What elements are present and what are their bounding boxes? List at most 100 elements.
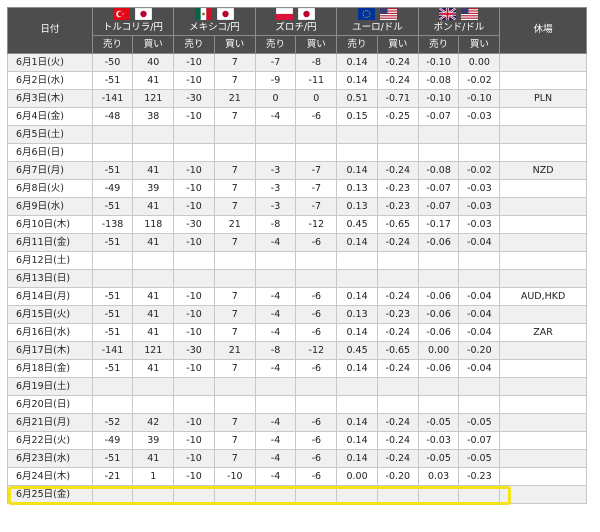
- date-cell: 6月16日(水): [7, 323, 93, 342]
- buy-value-cell: [458, 377, 501, 396]
- buy-value-cell: -0.04: [458, 323, 501, 342]
- buy-value-cell: -0.05: [458, 413, 501, 432]
- buy-value-cell: 21: [213, 89, 256, 108]
- pair-header-pln-jpy: ズロチ/円: [254, 7, 338, 36]
- sell-value-cell: -0.08: [417, 71, 460, 90]
- buy-value-cell: -7: [295, 161, 338, 180]
- pair-header-mxn-jpy: メキシコ/円: [173, 7, 256, 36]
- table-row: 6月1日(火) -50 40 -10 7 -7 -8 0.14 -0.24 -0.10 0.00: [7, 53, 587, 72]
- table-body: 6月1日(火) -50 40 -10 7 -7 -8 0.14 -0.24 -0.10 0.00 6月…: [7, 53, 587, 504]
- buy-value-cell: 7: [213, 53, 256, 72]
- sell-value-cell: -21: [91, 467, 134, 486]
- sell-value-cell: 0.51: [336, 89, 378, 108]
- sell-value-cell: -4: [254, 305, 297, 324]
- japan-flag-icon: [216, 8, 234, 20]
- sell-value-cell: -4: [254, 431, 297, 450]
- sell-value-cell: -4: [254, 287, 297, 306]
- buy-value-cell: 38: [132, 107, 175, 126]
- buy-value-cell: -0.24: [376, 413, 419, 432]
- holiday-cell: [499, 413, 587, 432]
- buy-value-cell: -7: [295, 197, 338, 216]
- sell-value-cell: -10: [173, 323, 215, 342]
- table-row: 6月7日(月) -51 41 -10 7 -3 -7 0.14 -0.24 -0.08 -0.02 N…: [7, 161, 587, 180]
- buy-value-cell: -6: [295, 449, 338, 468]
- buy-header: 買い: [295, 35, 338, 54]
- holiday-cell: [499, 179, 587, 198]
- sell-value-cell: [173, 269, 215, 288]
- uk-flag-icon: [439, 8, 457, 20]
- buy-value-cell: 40: [132, 53, 175, 72]
- sell-value-cell: [254, 377, 297, 396]
- holiday-cell: [499, 107, 587, 126]
- holiday-cell: [499, 215, 587, 234]
- buy-value-cell: -0.65: [376, 215, 419, 234]
- buy-value-cell: -6: [295, 467, 338, 486]
- sell-value-cell: 0.14: [336, 431, 378, 450]
- sell-value-cell: -0.06: [417, 359, 460, 378]
- buy-value-cell: -0.24: [376, 431, 419, 450]
- date-cell: 6月3日(木): [7, 89, 93, 108]
- buy-value-cell: [295, 485, 338, 504]
- date-cell: 6月20日(日): [7, 395, 93, 414]
- sell-value-cell: -10: [173, 107, 215, 126]
- sell-value-cell: 0.45: [336, 341, 378, 360]
- buy-value-cell: -8: [295, 53, 338, 72]
- buy-value-cell: -0.07: [458, 431, 501, 450]
- buy-value-cell: 41: [132, 233, 175, 252]
- table-row: 6月24日(木) -21 1 -10 -10 -4 -6 0.00 -0.20 0.03 -0.23: [7, 467, 587, 486]
- table-row: 6月19日(土): [7, 377, 587, 396]
- sell-value-cell: -4: [254, 359, 297, 378]
- poland-flag-icon: [276, 8, 294, 20]
- sell-value-cell: -30: [173, 215, 215, 234]
- buy-value-cell: 7: [213, 359, 256, 378]
- buy-value-cell: 7: [213, 413, 256, 432]
- sell-value-cell: -51: [91, 287, 134, 306]
- sell-value-cell: [91, 377, 134, 396]
- swap-points-table: 日付 トルコリラ/円 メキシコ/円 ズロチ/円 ユーロ/ドル ポンド/ドル 休場…: [7, 7, 587, 504]
- sell-value-cell: -0.08: [417, 161, 460, 180]
- sell-value-cell: -10: [173, 467, 215, 486]
- table-row: 6月15日(火) -51 41 -10 7 -4 -6 0.13 -0.23 -0.06 -0.04: [7, 305, 587, 324]
- sell-value-cell: 0: [254, 89, 297, 108]
- sell-value-cell: -51: [91, 449, 134, 468]
- buy-value-cell: 41: [132, 197, 175, 216]
- holiday-cell: PLN: [499, 89, 587, 108]
- sell-value-cell: -10: [173, 53, 215, 72]
- date-cell: 6月5日(土): [7, 125, 93, 144]
- buy-value-cell: -0.71: [376, 89, 419, 108]
- sell-header: 売り: [336, 35, 378, 54]
- pair-label: ユーロ/ドル: [352, 22, 403, 33]
- sell-value-cell: -50: [91, 53, 134, 72]
- sell-value-cell: -30: [173, 89, 215, 108]
- date-cell: 6月12日(土): [7, 251, 93, 270]
- buy-value-cell: -6: [295, 359, 338, 378]
- buy-value-cell: [132, 485, 175, 504]
- sell-value-cell: 0.14: [336, 161, 378, 180]
- sell-value-cell: 0.14: [336, 233, 378, 252]
- sell-value-cell: -0.07: [417, 197, 460, 216]
- buy-header: 買い: [458, 35, 501, 54]
- buy-value-cell: -0.03: [458, 179, 501, 198]
- sell-value-cell: -0.03: [417, 431, 460, 450]
- japan-flag-icon: [298, 8, 316, 20]
- sell-value-cell: -51: [91, 161, 134, 180]
- buy-value-cell: 118: [132, 215, 175, 234]
- buy-value-cell: -6: [295, 413, 338, 432]
- sell-value-cell: -51: [91, 233, 134, 252]
- sell-value-cell: 0.14: [336, 449, 378, 468]
- buy-value-cell: [132, 395, 175, 414]
- buy-value-cell: [295, 377, 338, 396]
- buy-value-cell: 39: [132, 179, 175, 198]
- holiday-cell: [499, 449, 587, 468]
- sell-value-cell: -10: [173, 197, 215, 216]
- sell-value-cell: [91, 485, 134, 504]
- sell-value-cell: [254, 143, 297, 162]
- sell-value-cell: -0.07: [417, 107, 460, 126]
- sell-value-cell: 0.13: [336, 305, 378, 324]
- buy-value-cell: -6: [295, 323, 338, 342]
- holiday-cell: [499, 143, 587, 162]
- buy-value-cell: -0.02: [458, 71, 501, 90]
- sell-value-cell: [173, 395, 215, 414]
- table-row: 6月13日(日): [7, 269, 587, 288]
- table-row: 6月2日(水) -51 41 -10 7 -9 -11 0.14 -0.24 -0.08 -0.02: [7, 71, 587, 90]
